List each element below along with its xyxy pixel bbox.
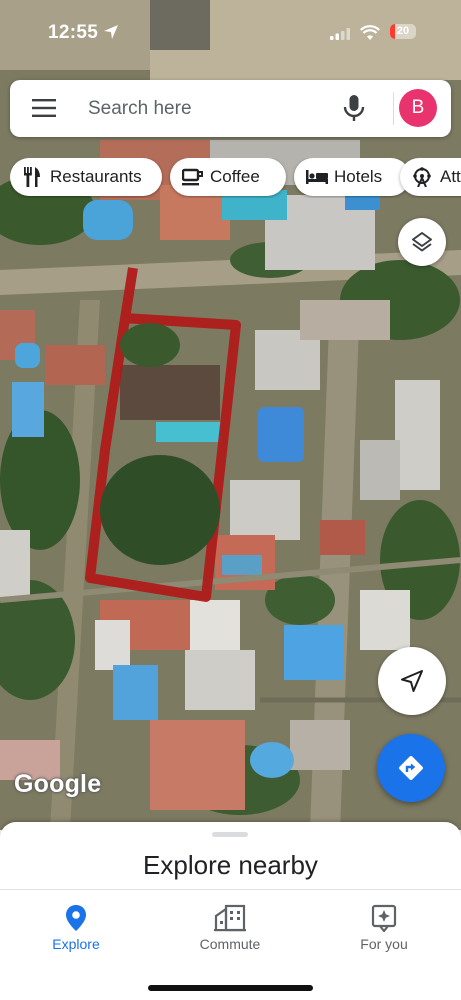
- coffee-cup-icon: [182, 168, 203, 186]
- fork-knife-icon: [24, 167, 40, 187]
- tab-label: Commute: [199, 936, 261, 952]
- status-bar: 12:55 20: [0, 0, 461, 68]
- chip-label: Restaurants: [50, 167, 142, 186]
- tab-label: For you: [360, 936, 408, 952]
- battery-icon: 20: [390, 24, 416, 39]
- search-bar[interactable]: B: [10, 80, 451, 137]
- tab-label: Explore: [52, 936, 100, 952]
- search-input[interactable]: [88, 94, 338, 124]
- sheet-drag-handle[interactable]: [212, 832, 248, 837]
- location-pin-icon: [66, 905, 86, 931]
- explore-nearby-title[interactable]: Explore nearby: [0, 850, 461, 881]
- cellular-signal-icon: [330, 28, 350, 40]
- tab-explore[interactable]: Explore: [16, 904, 136, 952]
- bottom-sheet[interactable]: Explore nearby Explore Commute For you: [0, 822, 461, 1000]
- microphone-icon[interactable]: [343, 95, 365, 122]
- battery-level: 20: [396, 25, 410, 37]
- layers-icon: [412, 232, 432, 252]
- directions-icon: [399, 756, 423, 780]
- chip-coffee[interactable]: Coffee: [170, 158, 286, 196]
- google-logo: Google: [14, 770, 102, 798]
- my-location-button[interactable]: [378, 647, 446, 715]
- menu-icon[interactable]: [32, 99, 56, 117]
- sparkle-icon: [371, 904, 397, 932]
- wifi-icon: [360, 25, 380, 40]
- tab-commute[interactable]: Commute: [170, 904, 290, 952]
- chip-attractions[interactable]: Att: [400, 158, 461, 196]
- tab-for-you[interactable]: For you: [324, 904, 444, 952]
- status-time: 12:55: [48, 22, 99, 43]
- location-arrow-icon: [104, 25, 118, 39]
- chip-label: Coffee: [210, 167, 260, 186]
- layers-button[interactable]: [398, 218, 446, 266]
- search-divider: [393, 92, 394, 125]
- chip-hotels[interactable]: Hotels: [294, 158, 410, 196]
- attractions-icon: [413, 167, 431, 187]
- bed-icon: [306, 170, 328, 184]
- chip-restaurants[interactable]: Restaurants: [10, 158, 162, 196]
- commute-buildings-icon: [214, 904, 246, 932]
- account-avatar[interactable]: B: [399, 89, 437, 127]
- home-indicator[interactable]: [148, 985, 313, 991]
- sheet-divider: [0, 889, 461, 890]
- chip-label: Hotels: [334, 167, 383, 186]
- category-chips: Restaurants Coffee Hotels Att: [10, 158, 461, 198]
- directions-button[interactable]: [377, 734, 445, 802]
- chip-label: Att: [440, 167, 461, 186]
- navigation-arrow-icon: [401, 670, 423, 692]
